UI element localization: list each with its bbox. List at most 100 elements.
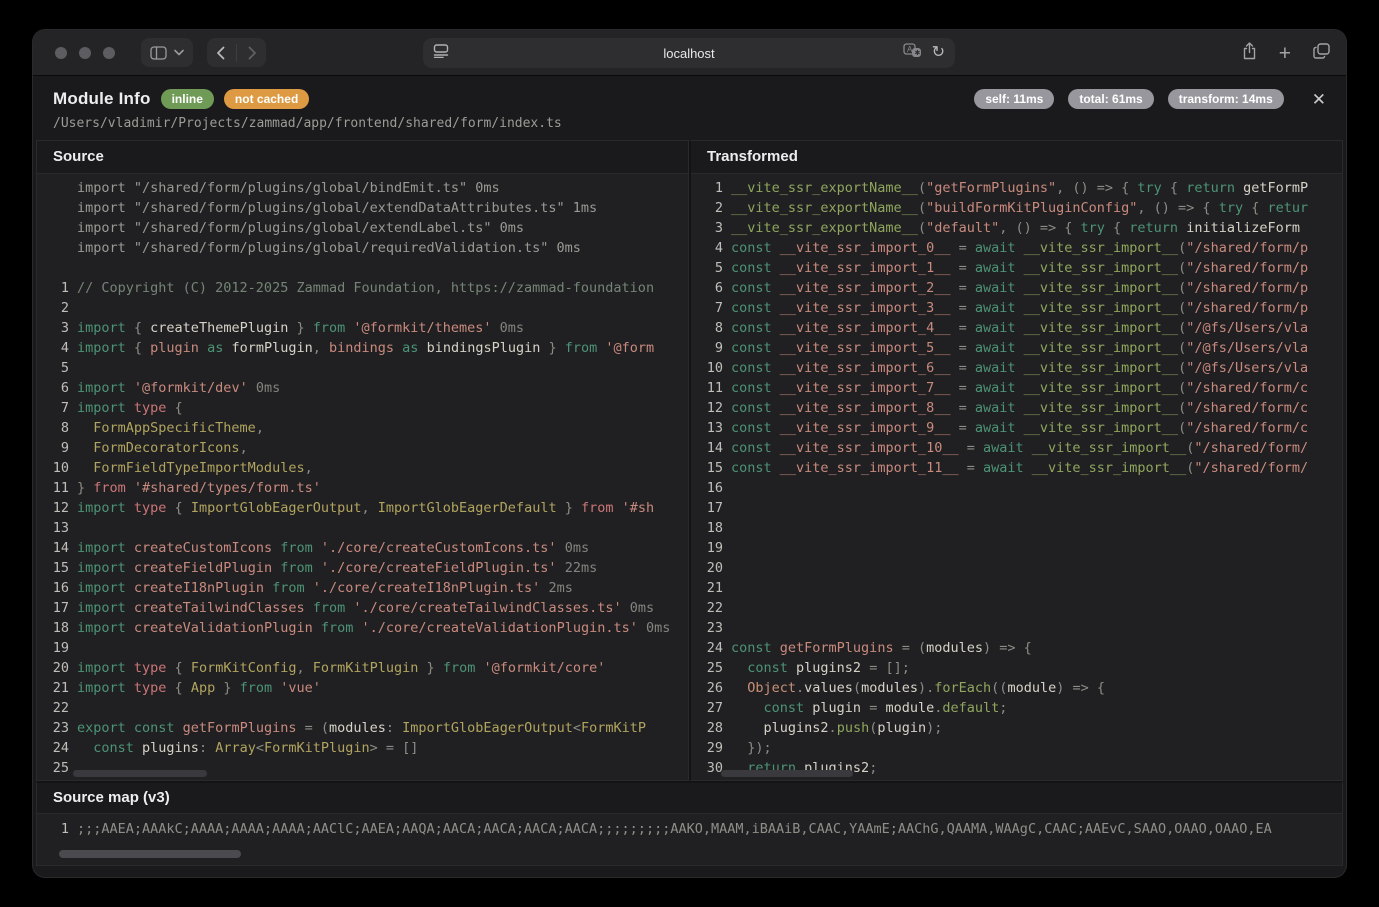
module-file-path: /Users/vladimir/Projects/zammad/app/fron… (53, 116, 1326, 131)
code-line: 15import createFieldPlugin from './core/… (37, 558, 688, 578)
code-line: 5const __vite_ssr_import_1__ = await __v… (691, 258, 1342, 278)
transformed-hscrollbar[interactable] (721, 770, 853, 777)
timing-transform-badge: transform: 14ms (1168, 89, 1284, 109)
source-panel: Source import "/shared/form/plugins/glob… (36, 140, 689, 781)
code-line: import "/shared/form/plugins/global/exte… (37, 218, 688, 238)
transformed-panel: Transformed 1__vite_ssr_exportName__("ge… (689, 140, 1343, 781)
chevron-down-icon[interactable] (174, 49, 184, 56)
code-line: 1__vite_ssr_exportName__("getFormPlugins… (691, 178, 1342, 198)
code-line: 6const __vite_ssr_import_2__ = await __v… (691, 278, 1342, 298)
code-line: 22 (37, 698, 688, 718)
code-line: 26 Object.values(modules).forEach((modul… (691, 678, 1342, 698)
code-line: 3__vite_ssr_exportName__("default", () =… (691, 218, 1342, 238)
sourcemap-hscrollbar[interactable] (59, 850, 241, 858)
code-line: import "/shared/form/plugins/global/requ… (37, 238, 688, 258)
code-line: 23 (691, 618, 1342, 638)
address-text[interactable]: localhost (423, 46, 955, 61)
code-line: 17import createTailwindClasses from './c… (37, 598, 688, 618)
code-line: 19 (691, 538, 1342, 558)
timing-self-badge: self: 11ms (974, 89, 1054, 109)
traffic-lights (55, 47, 115, 59)
source-code[interactable]: import "/shared/form/plugins/global/bind… (37, 174, 688, 780)
code-line: 27 const plugin = module.default; (691, 698, 1342, 718)
close-icon[interactable]: ✕ (1312, 91, 1326, 108)
code-line: 19 (37, 638, 688, 658)
transformed-panel-title: Transformed (691, 141, 1342, 174)
code-line: import "/shared/form/plugins/global/bind… (37, 178, 688, 198)
transformed-code[interactable]: 1__vite_ssr_exportName__("getFormPlugins… (691, 174, 1342, 780)
code-line: 8const __vite_ssr_import_4__ = await __v… (691, 318, 1342, 338)
code-line: 8 FormAppSpecificTheme, (37, 418, 688, 438)
new-tab-icon[interactable]: + (1279, 43, 1291, 64)
sourcemap-mappings: ;;;AAEA;AAAkC;AAAA;AAAA;AAAA;AAClC;AAEA;… (77, 819, 1272, 839)
code-line: 2 (37, 298, 688, 318)
code-line: 20 (691, 558, 1342, 578)
code-line: 9 FormDecoratorIcons, (37, 438, 688, 458)
code-line: 2__vite_ssr_exportName__("buildFormKitPl… (691, 198, 1342, 218)
code-line: 22 (691, 598, 1342, 618)
browser-toolbar: localhost A ✱ ↻ (33, 30, 1346, 76)
code-line: 4const __vite_ssr_import_0__ = await __v… (691, 238, 1342, 258)
code-line: 18import createValidationPlugin from './… (37, 618, 688, 638)
sourcemap-body[interactable]: 1 ;;;AAEA;AAAkC;AAAA;AAAA;AAAA;AAClC;AAE… (37, 814, 1342, 865)
code-line: 14import createCustomIcons from './core/… (37, 538, 688, 558)
back-icon[interactable] (216, 46, 225, 60)
code-line: 23export const getFormPlugins = (modules… (37, 718, 688, 738)
code-line: 12const __vite_ssr_import_8__ = await __… (691, 398, 1342, 418)
code-line: 16import createI18nPlugin from './core/c… (37, 578, 688, 598)
code-line: import "/shared/form/plugins/global/exte… (37, 198, 688, 218)
code-line: 3import { createThemePlugin } from '@for… (37, 318, 688, 338)
code-line: 29 }); (691, 738, 1342, 758)
source-hscrollbar[interactable] (73, 770, 207, 777)
nav-button-group (207, 38, 266, 67)
share-icon[interactable] (1242, 42, 1257, 65)
forward-icon[interactable] (248, 46, 257, 60)
source-panel-title: Source (37, 141, 688, 174)
page-title: Module Info (53, 89, 151, 109)
code-line: 13const __vite_ssr_import_9__ = await __… (691, 418, 1342, 438)
reload-icon[interactable]: ↻ (932, 45, 945, 61)
minimize-window-button[interactable] (79, 47, 91, 59)
code-line: 7import type { (37, 398, 688, 418)
timing-total-badge: total: 61ms (1068, 89, 1153, 109)
code-line: 10 FormFieldTypeImportModules, (37, 458, 688, 478)
translate-icon[interactable]: A ✱ (903, 43, 922, 63)
module-info-header: Module Info inline not cached self: 11ms… (33, 76, 1346, 140)
tab-overview-icon[interactable] (1313, 43, 1330, 64)
code-line: 14const __vite_ssr_import_10__ = await _… (691, 438, 1342, 458)
sourcemap-section: Source map (v3) 1 ;;;AAEA;AAAkC;AAAA;AAA… (36, 781, 1343, 866)
code-line: 24const getFormPlugins = (modules) => { (691, 638, 1342, 658)
code-line: 9const __vite_ssr_import_5__ = await __v… (691, 338, 1342, 358)
code-line: 11} from '#shared/types/form.ts' (37, 478, 688, 498)
sourcemap-title: Source map (v3) (37, 783, 1342, 814)
close-window-button[interactable] (55, 47, 67, 59)
code-line: 15const __vite_ssr_import_11__ = await _… (691, 458, 1342, 478)
sourcemap-line-number: 1 (43, 819, 69, 839)
toolbar-right-cluster: + (1242, 38, 1330, 68)
code-line: 24 const plugins: Array<FormKitPlugin> =… (37, 738, 688, 758)
code-line: 20import type { FormKitConfig, FormKitPl… (37, 658, 688, 678)
code-line: 21 (691, 578, 1342, 598)
code-line: 6import '@formkit/dev' 0ms (37, 378, 688, 398)
badge-not-cached: not cached (224, 89, 309, 109)
svg-text:✱: ✱ (914, 49, 920, 57)
code-line (37, 258, 688, 278)
browser-window: localhost A ✱ ↻ (33, 30, 1346, 877)
code-line: 11const __vite_ssr_import_7__ = await __… (691, 378, 1342, 398)
badge-inline: inline (161, 89, 214, 109)
code-line: 28 plugins2.push(plugin); (691, 718, 1342, 738)
code-line: 1// Copyright (C) 2012-2025 Zammad Found… (37, 278, 688, 298)
zoom-window-button[interactable] (103, 47, 115, 59)
code-line: 25 const plugins2 = []; (691, 658, 1342, 678)
address-bar[interactable]: localhost A ✱ ↻ (423, 38, 955, 68)
reader-view-icon[interactable] (433, 44, 449, 63)
code-line: 13 (37, 518, 688, 538)
sidebar-icon[interactable] (150, 46, 167, 60)
code-line: 12import type { ImportGlobEagerOutput, I… (37, 498, 688, 518)
code-line: 21import type { App } from 'vue' (37, 678, 688, 698)
code-line: 7const __vite_ssr_import_3__ = await __v… (691, 298, 1342, 318)
sidebar-button-group[interactable] (141, 38, 193, 67)
code-line: 4import { plugin as formPlugin, bindings… (37, 338, 688, 358)
code-line: 10const __vite_ssr_import_6__ = await __… (691, 358, 1342, 378)
nav-divider (236, 44, 237, 62)
